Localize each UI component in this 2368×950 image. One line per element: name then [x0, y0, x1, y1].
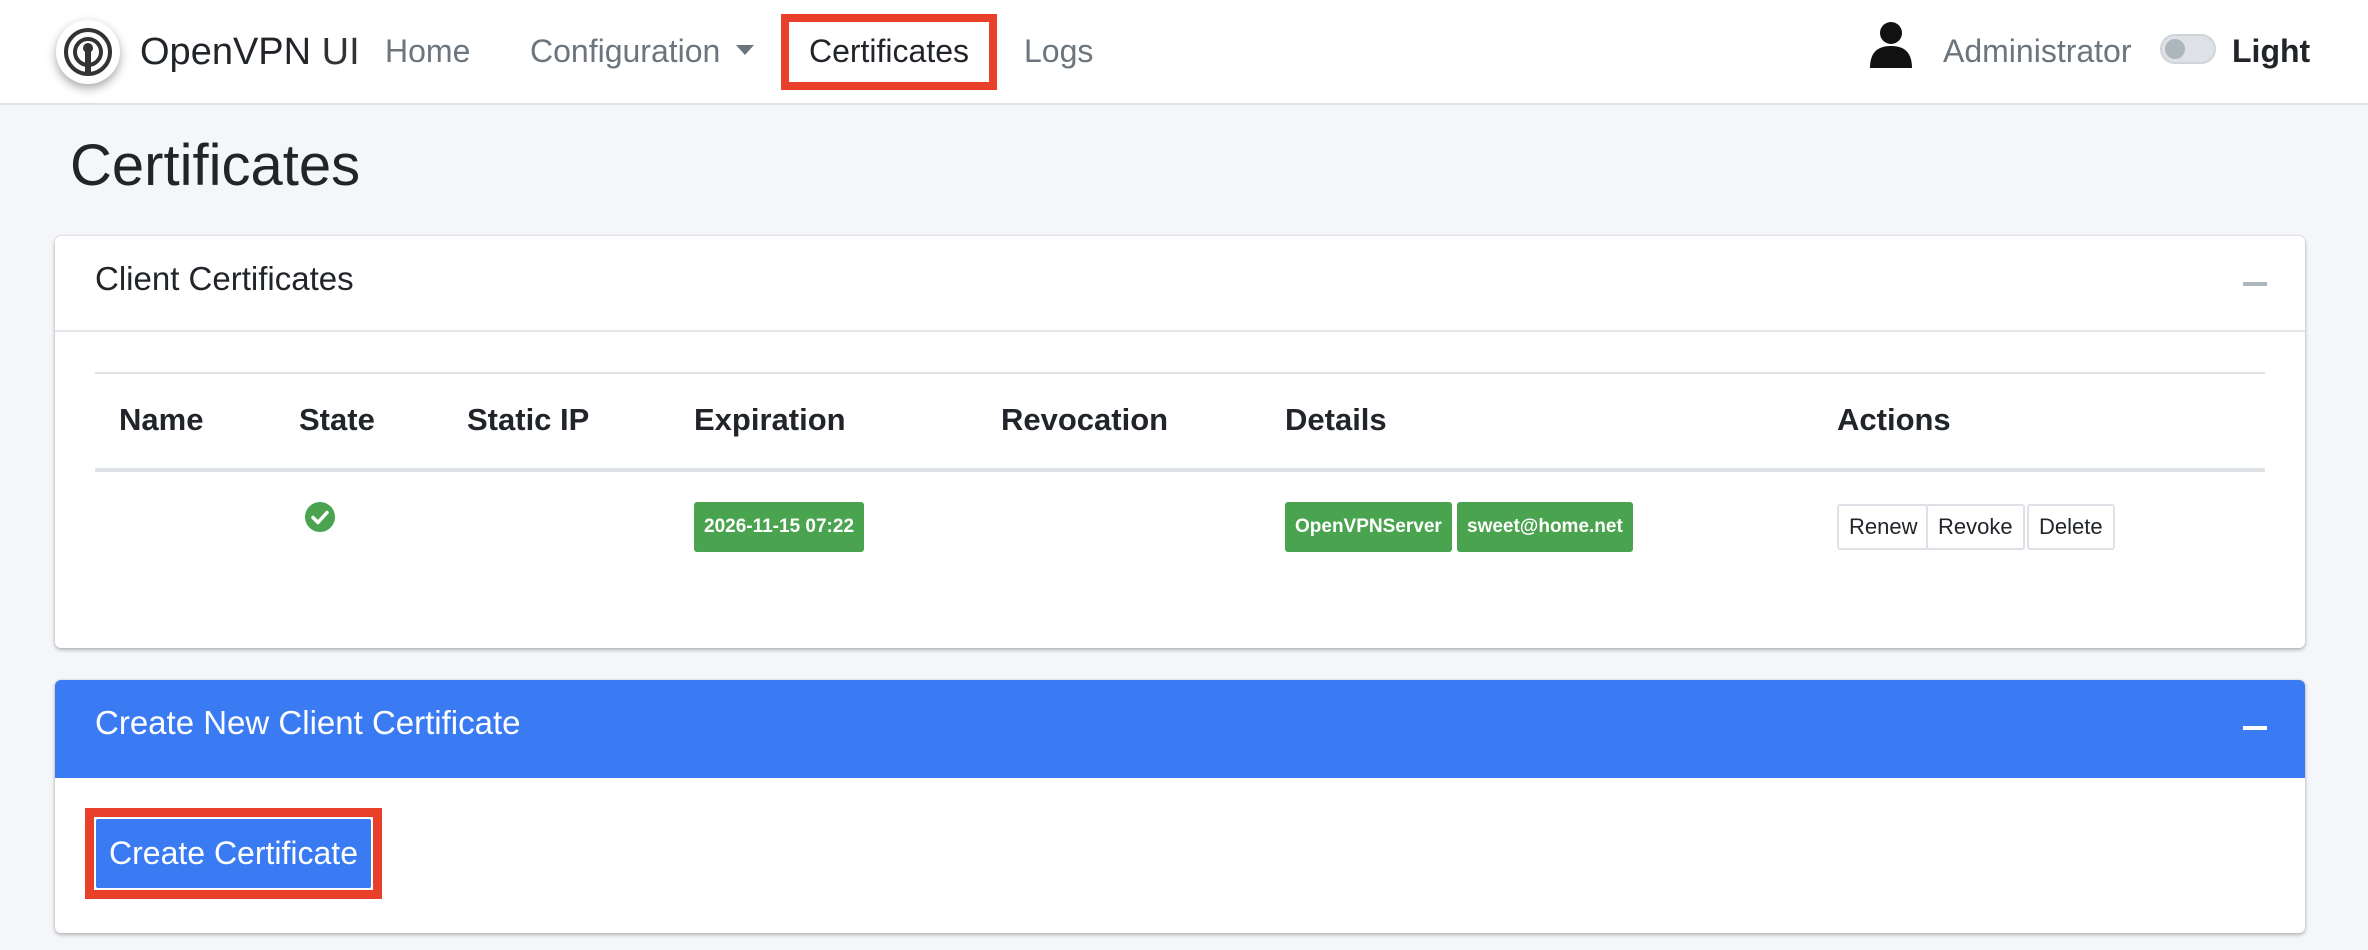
brand[interactable]: OpenVPN UI	[56, 16, 360, 88]
nav-home[interactable]: Home	[385, 22, 470, 80]
nav-configuration-label: Configuration	[530, 33, 721, 69]
details-badge-server: OpenVPNServer	[1285, 502, 1452, 552]
revoke-button[interactable]: Revoke	[1926, 504, 2025, 550]
top-navbar: OpenVPN UI Home Configuration Certificat…	[0, 0, 2368, 105]
card-title: Client Certificates	[95, 260, 354, 297]
renew-button[interactable]: Renew	[1837, 504, 1930, 550]
nav-certificates[interactable]: Certificates	[781, 14, 997, 90]
col-static-ip[interactable]: Static IP	[467, 402, 589, 438]
col-name[interactable]: Name	[119, 402, 203, 438]
check-circle-icon	[305, 502, 335, 532]
nav-configuration-dropdown[interactable]: Configuration	[530, 22, 755, 80]
nav-logs[interactable]: Logs	[1024, 22, 1093, 80]
table-row: 2026-11-15 07:22 OpenVPNServer sweet@hom…	[95, 472, 2265, 582]
user-name[interactable]: Administrator	[1943, 22, 2132, 80]
delete-button[interactable]: Delete	[2027, 504, 2115, 550]
col-state[interactable]: State	[299, 402, 375, 438]
caret-down-icon	[736, 44, 755, 55]
table-header: Name State Static IP Expiration Revocati…	[95, 372, 2265, 472]
create-button-highlight: Create Certificate	[85, 808, 382, 899]
theme-label: Light	[2232, 33, 2311, 69]
expiration-badge: 2026-11-15 07:22	[694, 502, 865, 552]
col-expiration[interactable]: Expiration	[694, 402, 846, 438]
create-certificate-button[interactable]: Create Certificate	[96, 819, 371, 888]
user-icon[interactable]	[1868, 20, 1914, 68]
col-revocation[interactable]: Revocation	[1001, 402, 1168, 438]
theme-toggle[interactable]	[2160, 34, 2216, 64]
card-header: Client Certificates	[55, 236, 2305, 332]
col-details[interactable]: Details	[1285, 402, 1387, 438]
card-title: Create New Client Certificate	[95, 704, 521, 741]
details-badge-email: sweet@home.net	[1457, 502, 1633, 552]
card-header: Create New Client Certificate	[55, 680, 2305, 778]
brand-title: OpenVPN UI	[140, 30, 360, 73]
toggle-knob	[2165, 39, 2185, 59]
page-title: Certificates	[70, 133, 361, 198]
openvpn-logo-icon	[56, 20, 120, 84]
collapse-minus-icon[interactable]	[2243, 726, 2267, 730]
collapse-minus-icon[interactable]	[2243, 282, 2267, 286]
client-certificates-card: Client Certificates Name State Static IP…	[55, 236, 2305, 648]
create-certificate-card: Create New Client Certificate Create Cer…	[55, 680, 2305, 933]
col-actions[interactable]: Actions	[1837, 402, 1951, 438]
